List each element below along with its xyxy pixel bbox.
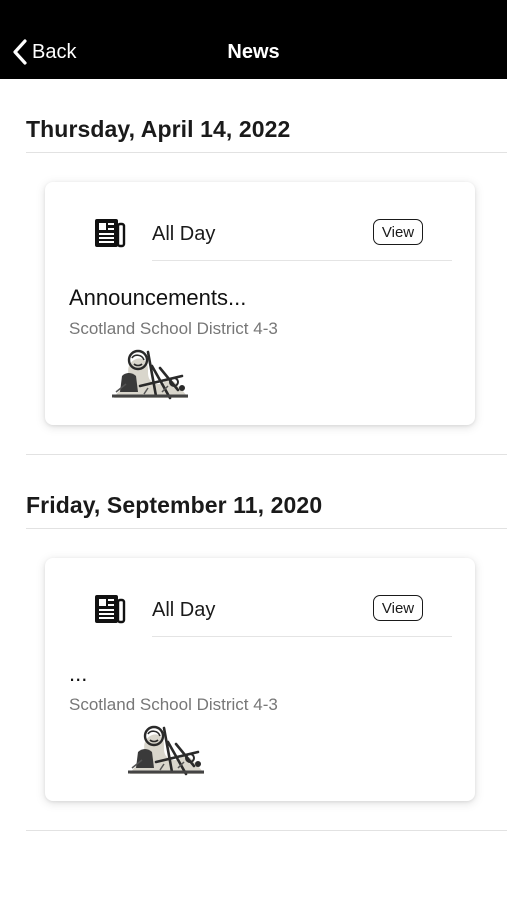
news-screen: Back News Thursday, April 14, 2022 All D…: [0, 0, 507, 900]
page-title: News: [227, 41, 280, 63]
news-card[interactable]: All Day View ... Scotland School Distric…: [45, 558, 475, 801]
school-district-logo: [108, 346, 190, 400]
news-title: Announcements...: [69, 285, 247, 310]
news-source: Scotland School District 4-3: [69, 319, 278, 338]
divider: [26, 528, 507, 529]
divider: [26, 454, 507, 455]
date-heading: Thursday, April 14, 2022: [26, 116, 291, 142]
card-divider: [152, 260, 452, 261]
news-card[interactable]: All Day View Announcements... Scotland S…: [45, 182, 475, 425]
newspaper-icon: [94, 218, 126, 248]
nav-header: Back News: [0, 0, 507, 79]
divider: [26, 830, 507, 831]
divider: [26, 152, 507, 153]
event-time: All Day: [152, 599, 216, 621]
news-source: Scotland School District 4-3: [69, 695, 278, 714]
date-heading: Friday, September 11, 2020: [26, 492, 323, 518]
school-district-logo: [124, 722, 206, 776]
newspaper-icon: [94, 594, 126, 624]
event-time: All Day: [152, 223, 216, 245]
news-title: ...: [69, 661, 88, 686]
view-button[interactable]: View: [373, 219, 423, 245]
card-divider: [152, 636, 452, 637]
view-button[interactable]: View: [373, 595, 423, 621]
